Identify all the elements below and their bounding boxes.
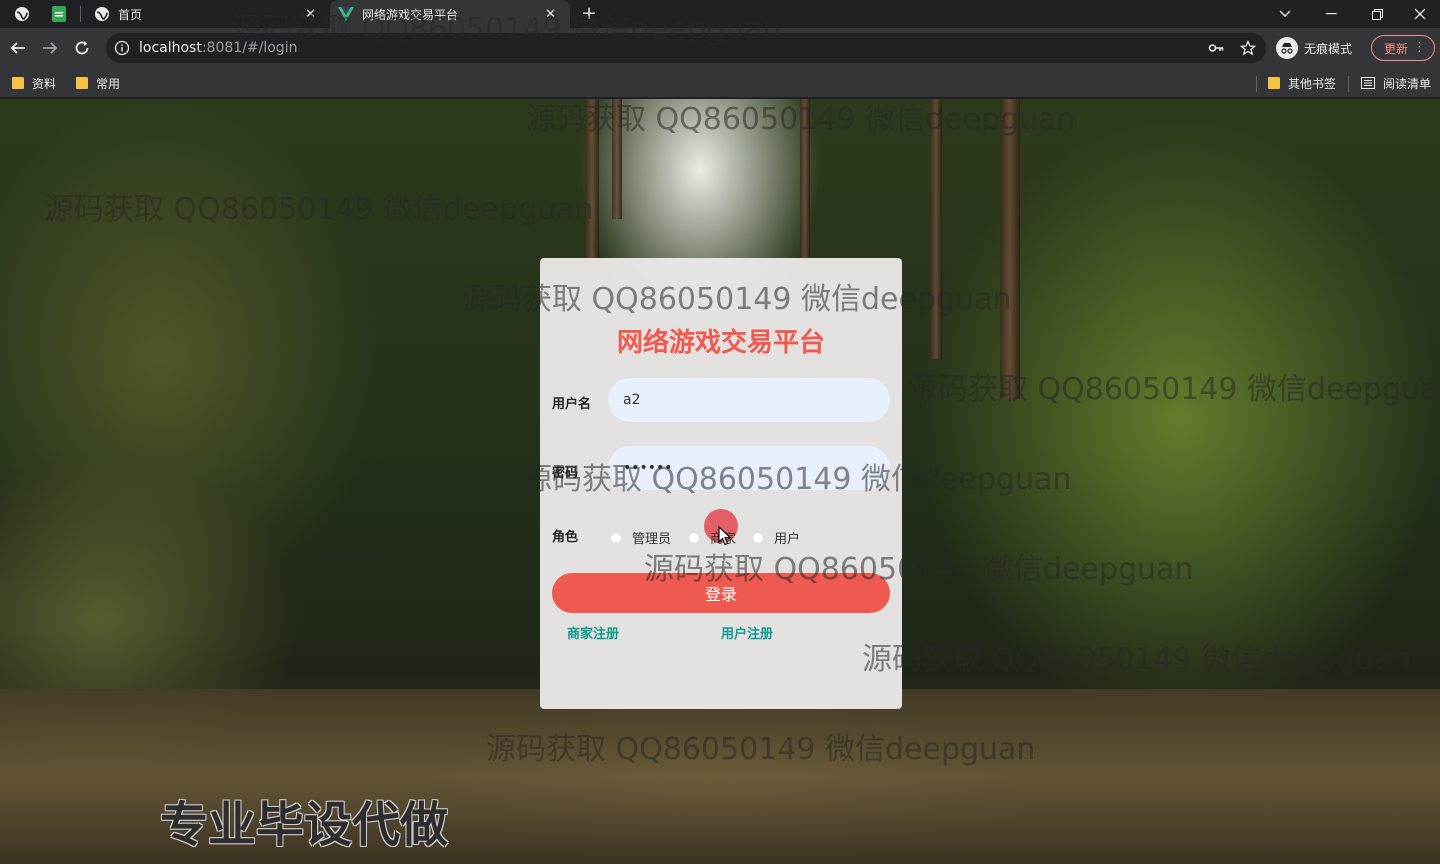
watermark-text: 源码获取 QQ86050149 微信deepguan [44, 192, 594, 227]
merchant-register-link[interactable]: 商家注册 [567, 623, 619, 642]
promo-text: 专业毕设代做 [160, 797, 449, 853]
tab-search-button[interactable] [14, 0, 36, 28]
folder-icon [1268, 77, 1280, 89]
arrow-right-icon [43, 42, 58, 54]
close-window-button[interactable] [1400, 0, 1440, 28]
globe-icon [14, 6, 30, 22]
reading-list-icon [1361, 77, 1375, 89]
mouse-cursor-icon [718, 526, 732, 546]
star-icon[interactable] [1240, 40, 1256, 56]
chevron-down-icon [1279, 10, 1291, 17]
reload-button[interactable] [70, 36, 94, 60]
watermark-text: 源码获取 QQ86050149 微信deepguan [862, 642, 1412, 677]
forward-button[interactable] [38, 36, 62, 60]
login-title: 网络游戏交易平台 [616, 328, 825, 358]
bookmark-label: 资料 [32, 76, 57, 91]
folder-icon [12, 77, 24, 89]
watermark-text: 源码获取 QQ86050149 微信deepguan [644, 552, 1194, 587]
background-tree [930, 99, 942, 359]
reload-icon [75, 41, 89, 55]
close-icon [1414, 8, 1426, 20]
watermark-text: 源码获取 QQ86050149 微信deepguan [526, 102, 1076, 137]
tab-separator [80, 6, 81, 22]
incognito-icon [1276, 37, 1298, 59]
user-register-link[interactable]: 用户注册 [721, 623, 773, 642]
other-bookmarks-label: 其他书签 [1288, 76, 1337, 91]
radio-circle [688, 531, 700, 544]
background-tree [1000, 99, 1020, 399]
other-bookmarks[interactable]: 其他书签 [1268, 74, 1336, 92]
update-label: 更新 [1384, 41, 1409, 56]
minimize-icon [1325, 13, 1337, 15]
back-button[interactable] [6, 36, 30, 60]
key-icon[interactable] [1208, 40, 1224, 56]
info-icon[interactable] [114, 40, 130, 56]
tab-search-dropdown[interactable] [1262, 0, 1308, 28]
restore-icon [1371, 8, 1383, 20]
bookmark-label: 常用 [96, 76, 121, 91]
radio-circle [610, 531, 622, 544]
more-vert-icon: ⋮ [1413, 40, 1426, 55]
tab-title: 首页 [118, 7, 143, 22]
update-button[interactable]: 更新 ⋮ [1371, 35, 1435, 61]
reading-list[interactable]: 阅读清单 [1361, 74, 1431, 92]
folder-icon [76, 77, 88, 89]
incognito-label: 无痕模式 [1304, 41, 1353, 56]
sheet-icon [52, 6, 66, 22]
bookmark-folder[interactable]: 资料 [12, 74, 56, 92]
watermark-text: 源码获取 QQ86050149 微信deepguan [462, 282, 1012, 317]
arrow-left-icon [10, 42, 25, 54]
watermark-text: 源码获取 QQ86050149 微信deepguan [522, 462, 1072, 497]
bookmark-folder[interactable]: 常用 [76, 74, 120, 92]
role-label: 角色 [552, 530, 579, 545]
bookmark-separator [1256, 76, 1257, 92]
restore-button[interactable] [1354, 0, 1400, 28]
username-label: 用户名 [552, 397, 592, 412]
url-host: localhost [139, 40, 202, 56]
bookmark-separator [1348, 76, 1349, 92]
minimize-button[interactable] [1308, 0, 1354, 28]
username-input[interactable] [608, 378, 890, 422]
watermark-text: 源码获取 QQ86050149 微信deepguan [486, 732, 1036, 767]
tab-sheet[interactable] [52, 0, 74, 28]
watermark-text: 源码获取 QQ86050149 微信deepguan [908, 372, 1440, 407]
globe-icon [94, 6, 110, 22]
incognito-indicator[interactable]: 无痕模式 [1276, 34, 1352, 62]
watermark-text: 源码获取 QQ86050149 微信deepguan [232, 12, 782, 47]
radio-circle [752, 531, 764, 544]
reading-list-label: 阅读清单 [1383, 76, 1432, 91]
